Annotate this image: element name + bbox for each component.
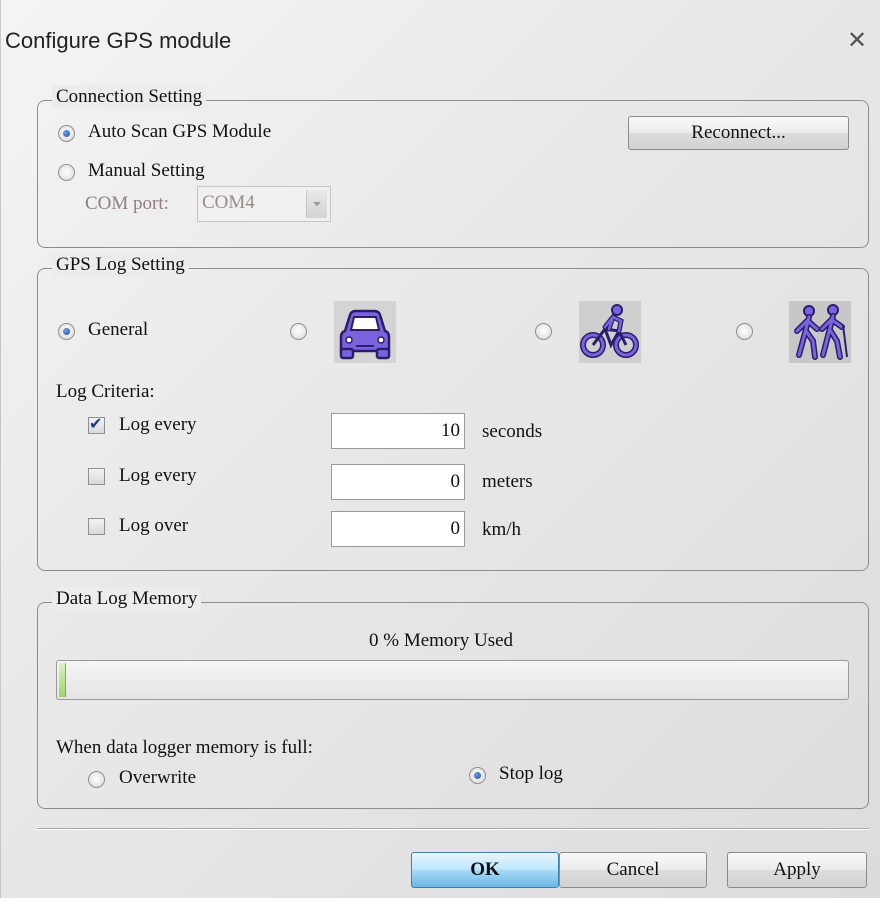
log-seconds-unit: seconds: [482, 421, 543, 442]
log-every-meters-label: Log every: [119, 465, 197, 486]
stop-log-radio[interactable]: [469, 767, 486, 784]
memory-used-text: 0 % Memory Used: [369, 630, 514, 651]
title-bar: Configure GPS module ✕: [1, 0, 880, 78]
log-every-seconds-label: Log every: [119, 414, 197, 435]
overwrite-radio[interactable]: [88, 771, 105, 788]
log-every-meters-checkbox[interactable]: [88, 468, 105, 485]
stop-log-label: Stop log: [499, 763, 563, 784]
memory-usage-progress-fill: [59, 663, 66, 697]
window-title: Configure GPS module: [5, 28, 232, 53]
mode-hiking-radio[interactable]: [736, 323, 753, 340]
reconnect-button[interactable]: Reconnect...: [628, 116, 849, 150]
com-port-label: COM port:: [85, 193, 169, 214]
bicycle-icon: [579, 301, 641, 363]
data-log-memory-legend: Data Log Memory: [52, 587, 202, 611]
log-seconds-input[interactable]: 10: [331, 413, 465, 449]
log-meters-input[interactable]: 0: [331, 464, 465, 500]
mode-general-label: General: [88, 319, 149, 340]
cancel-button[interactable]: Cancel: [559, 852, 707, 888]
car-icon: [334, 301, 396, 363]
overwrite-label: Overwrite: [119, 767, 197, 788]
mode-bicycle-radio[interactable]: [535, 323, 552, 340]
com-port-value: COM4: [202, 192, 255, 213]
memory-usage-progress-bar: [56, 660, 849, 700]
log-meters-unit: meters: [482, 471, 533, 492]
auto-scan-radio[interactable]: [58, 125, 75, 142]
gps-log-setting-legend: GPS Log Setting: [52, 253, 189, 277]
ok-button[interactable]: OK: [411, 852, 559, 888]
connection-setting-legend: Connection Setting: [52, 85, 207, 109]
close-icon[interactable]: ✕: [847, 26, 867, 54]
hiking-icon: [789, 301, 851, 363]
log-speed-unit: km/h: [482, 519, 522, 540]
log-over-speed-checkbox[interactable]: [88, 518, 105, 535]
com-port-select[interactable]: COM4: [197, 186, 331, 222]
manual-setting-radio[interactable]: [58, 164, 75, 181]
memory-full-label: When data logger memory is full:: [56, 737, 313, 758]
log-over-speed-label: Log over: [119, 515, 189, 536]
manual-setting-label: Manual Setting: [88, 160, 205, 181]
chevron-down-icon[interactable]: [306, 190, 327, 218]
auto-scan-label: Auto Scan GPS Module: [88, 121, 272, 142]
button-separator: [37, 828, 869, 830]
mode-car-radio[interactable]: [290, 323, 307, 340]
apply-button[interactable]: Apply: [727, 852, 867, 888]
mode-general-radio[interactable]: [58, 323, 75, 340]
log-criteria-label: Log Criteria:: [56, 381, 155, 402]
log-every-seconds-checkbox[interactable]: [88, 414, 105, 434]
configure-gps-dialog: Configure GPS module ✕ Connection Settin…: [0, 0, 880, 898]
log-speed-input[interactable]: 0: [331, 511, 465, 547]
